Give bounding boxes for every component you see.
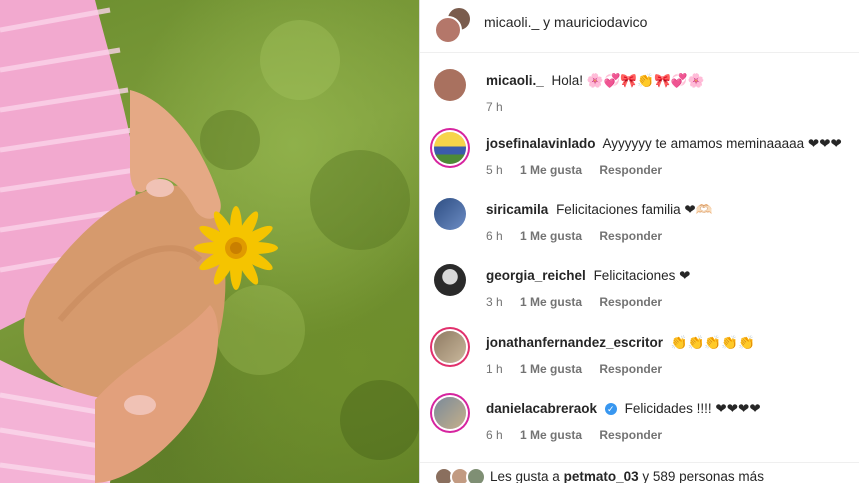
comment-time[interactable]: 3 h [486, 295, 503, 309]
comment-text: Felicitaciones ❤ [593, 268, 691, 283]
comment-meta: 6 h 1 Me gusta Responder [486, 229, 676, 243]
avatar[interactable] [434, 69, 466, 101]
comment-likes[interactable]: 1 Me gusta [520, 428, 582, 442]
post-photo-illustration [0, 0, 419, 483]
avatar[interactable] [434, 264, 466, 296]
comment-text: Felicitaciones familia ❤🫶🏻 [556, 202, 713, 217]
comment-username[interactable]: georgia_reichel [486, 268, 586, 283]
comment-meta: 6 h 1 Me gusta Responder [486, 428, 676, 442]
post-image[interactable] [0, 0, 419, 483]
comment-text: Hola! 🌸💞🎀👏🎀💞🌸 [551, 73, 705, 88]
comment-item: georgia_reichel Felicitaciones ❤ 3 h 1 M… [420, 264, 859, 326]
avatar[interactable] [434, 397, 466, 429]
comment-meta: 7 h [486, 100, 517, 114]
avatar [466, 467, 486, 483]
likes-suffix[interactable]: y 589 personas más [642, 469, 764, 483]
comment-username[interactable]: siricamila [486, 202, 548, 217]
reply-button[interactable]: Responder [599, 362, 662, 376]
likes-prefix: Les gusta a [490, 469, 560, 483]
comment-body: siricamila Felicitaciones familia ❤🫶🏻 [486, 202, 712, 218]
comment-item: micaoli._ Hola! 🌸💞🎀👏🎀💞🌸 7 h [420, 69, 859, 131]
liker-username[interactable]: petmato_03 [564, 469, 639, 483]
reply-button[interactable]: Responder [599, 163, 662, 177]
likes-text[interactable]: Les gusta a petmato_03 y 589 personas má… [490, 469, 764, 483]
comment-time[interactable]: 7 h [486, 100, 503, 114]
avatar [434, 16, 462, 44]
comment-text: Ayyyyyy te amamos meminaaaaa ❤❤❤ [602, 136, 842, 151]
comment-body: josefinalavinlado Ayyyyyy te amamos memi… [486, 136, 842, 152]
likes-summary: Les gusta a petmato_03 y 589 personas má… [420, 462, 859, 483]
reply-button[interactable]: Responder [599, 229, 662, 243]
comment-likes[interactable]: 1 Me gusta [520, 362, 582, 376]
avatar[interactable] [434, 198, 466, 230]
avatar[interactable] [434, 132, 466, 164]
comment-username[interactable]: josefinalavinlado [486, 136, 596, 151]
comment-time[interactable]: 5 h [486, 163, 503, 177]
verified-badge-icon: ✓ [604, 403, 617, 415]
reply-button[interactable]: Responder [599, 428, 662, 442]
comment-likes[interactable]: 1 Me gusta [520, 295, 582, 309]
comment-meta: 5 h 1 Me gusta Responder [486, 163, 676, 177]
comment-username[interactable]: micaoli._ [486, 73, 544, 88]
liker-avatars[interactable] [434, 467, 488, 483]
comment-likes[interactable]: 1 Me gusta [520, 229, 582, 243]
comment-item: jonathanfernandez_escritor 👏👏👏👏👏 1 h 1 M… [420, 331, 859, 393]
comment-time[interactable]: 6 h [486, 428, 503, 442]
comment-body: georgia_reichel Felicitaciones ❤ [486, 268, 690, 284]
post-authors[interactable]: micaoli._ y mauriciodavico [484, 14, 647, 30]
comment-item: siricamila Felicitaciones familia ❤🫶🏻 6 … [420, 198, 859, 260]
comment-item: danielacabreraok ✓ Felicidades !!!! ❤❤❤❤… [420, 397, 859, 459]
comment-username[interactable]: jonathanfernandez_escritor [486, 335, 663, 350]
comments-panel: micaoli._ y mauriciodavico micaoli._ Hol… [420, 0, 859, 483]
comment-body: danielacabreraok ✓ Felicidades !!!! ❤❤❤❤ [486, 401, 761, 417]
comment-time[interactable]: 1 h [486, 362, 503, 376]
comment-meta: 3 h 1 Me gusta Responder [486, 295, 676, 309]
comment-meta: 1 h 1 Me gusta Responder [486, 362, 676, 376]
reply-button[interactable]: Responder [599, 295, 662, 309]
author-avatars[interactable] [434, 6, 472, 44]
comment-item: josefinalavinlado Ayyyyyy te amamos memi… [420, 132, 859, 194]
post-header: micaoli._ y mauriciodavico [420, 0, 859, 53]
comment-body: jonathanfernandez_escritor 👏👏👏👏👏 [486, 335, 755, 351]
comment-text: 👏👏👏👏👏 [670, 335, 755, 350]
comment-likes[interactable]: 1 Me gusta [520, 163, 582, 177]
comment-body: micaoli._ Hola! 🌸💞🎀👏🎀💞🌸 [486, 73, 704, 89]
comment-text: Felicidades !!!! ❤❤❤❤ [624, 401, 761, 416]
comment-time[interactable]: 6 h [486, 229, 503, 243]
comment-username[interactable]: danielacabreraok [486, 401, 597, 416]
avatar[interactable] [434, 331, 466, 363]
